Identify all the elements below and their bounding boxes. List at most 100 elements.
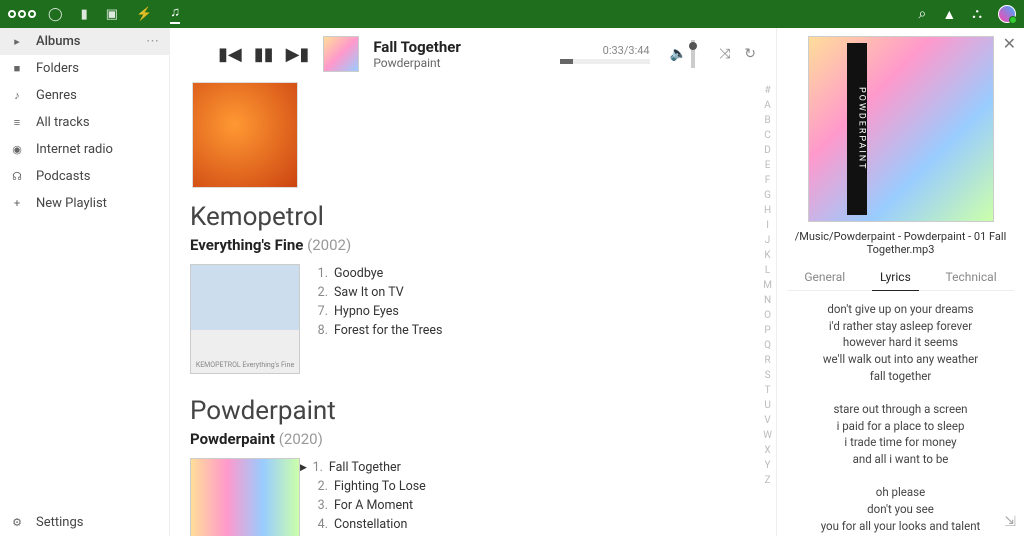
track-row[interactable]: ▶1.Fall Together	[316, 458, 756, 477]
alpha-A[interactable]: A	[763, 99, 772, 113]
shuffle-button[interactable]: ⤨	[719, 46, 730, 62]
alpha-P[interactable]: P	[763, 324, 772, 338]
repeat-button[interactable]: ↻	[744, 46, 756, 62]
track-row[interactable]: 1. Goodbye	[316, 264, 756, 283]
sidebar-item-label: All tracks	[36, 115, 90, 130]
photos-icon[interactable]: ▣	[106, 7, 118, 22]
alpha-K[interactable]: K	[763, 249, 772, 263]
sidebar-item-all-tracks[interactable]: ≡All tracks	[0, 109, 169, 136]
alpha-Z[interactable]: Z	[763, 474, 772, 488]
progress-bar[interactable]	[560, 59, 650, 64]
alpha-G[interactable]: G	[763, 189, 772, 203]
sidebar-item-label: Folders	[36, 61, 79, 76]
sidebar: ▸Albums⋯■Folders♪Genres≡All tracks◉Inter…	[0, 28, 170, 536]
track-title: Saw It on TV	[334, 285, 404, 300]
featured-cover[interactable]	[192, 82, 298, 188]
alpha-B[interactable]: B	[763, 114, 772, 128]
sidebar-item-label: Internet radio	[36, 142, 113, 157]
album-cover[interactable]	[190, 458, 300, 536]
alpha-T[interactable]: T	[763, 384, 772, 398]
track-row[interactable]: 4.Constellation	[316, 515, 756, 534]
track-title: Fighting To Lose	[334, 479, 426, 494]
alpha-D[interactable]: D	[763, 144, 772, 158]
alpha-E[interactable]: E	[763, 159, 772, 173]
album-title[interactable]: Everything's Fine (2002)	[190, 236, 756, 254]
album-cover[interactable]: KEMOPETROL Everything's Fine	[190, 264, 300, 374]
track-number: 2.	[316, 479, 328, 494]
sidebar-icon: ♪	[10, 89, 24, 102]
now-playing-artist[interactable]: Powderpaint	[373, 56, 461, 70]
sidebar-item-podcasts[interactable]: ☊Podcasts	[0, 163, 169, 190]
track-number: 8.	[316, 323, 328, 338]
sidebar-item-albums[interactable]: ▸Albums⋯	[0, 28, 169, 55]
notifications-icon[interactable]: ▲	[942, 6, 956, 23]
music-icon[interactable]: ♫	[170, 4, 180, 24]
alpha-Y[interactable]: Y	[763, 459, 772, 473]
file-path: /Music/Powderpaint - Powderpaint - 01 Fa…	[787, 230, 1014, 256]
contacts-icon[interactable]: ⛬	[972, 6, 982, 22]
alpha-N[interactable]: N	[763, 294, 772, 308]
alpha-S[interactable]: S	[763, 369, 772, 383]
prev-button[interactable]: ▮◀	[218, 44, 242, 65]
settings[interactable]: ⚙ Settings	[0, 509, 169, 536]
sidebar-item-folders[interactable]: ■Folders	[0, 55, 169, 82]
avatar[interactable]	[998, 5, 1016, 23]
tab-lyrics[interactable]: Lyrics	[872, 266, 919, 291]
close-icon[interactable]: ✕	[1003, 34, 1016, 53]
track-number: 1.	[316, 266, 328, 281]
artist-heading[interactable]: Powderpaint	[190, 396, 756, 426]
sidebar-icon: ☊	[10, 170, 24, 183]
artist-heading[interactable]: Kemopetrol	[190, 202, 756, 232]
alpha-U[interactable]: U	[763, 399, 772, 413]
new-playlist[interactable]: + New Playlist	[0, 190, 169, 217]
volume-control[interactable]: 🔈	[670, 40, 695, 68]
sidebar-item-internet-radio[interactable]: ◉Internet radio	[0, 136, 169, 163]
alpha-H[interactable]: H	[763, 204, 772, 218]
new-playlist-label: New Playlist	[36, 196, 107, 211]
track-title: Forest for the Trees	[334, 323, 442, 338]
alpha-R[interactable]: R	[763, 354, 772, 368]
nextcloud-logo[interactable]	[8, 10, 36, 18]
alpha-I[interactable]: I	[763, 219, 772, 233]
search-icon[interactable]: ⌕	[918, 6, 926, 22]
link-icon[interactable]: ⇲	[1004, 514, 1016, 530]
more-icon[interactable]: ⋯	[146, 34, 159, 49]
track-number: 7.	[316, 304, 328, 319]
dashboard-icon[interactable]: ◯	[48, 7, 63, 22]
tab-technical[interactable]: Technical	[938, 266, 1005, 290]
tab-general[interactable]: General	[796, 266, 853, 290]
pause-button[interactable]: ▮▮	[254, 44, 274, 65]
track-row[interactable]: 3.For A Moment	[316, 496, 756, 515]
files-icon[interactable]: ▮	[81, 7, 88, 22]
alpha-index: #ABCDEFGHIJKLMNOPQRSTUVWXYZ	[763, 84, 772, 488]
now-playing-cover[interactable]	[323, 36, 359, 72]
track-title: Hypno Eyes	[334, 304, 399, 319]
alpha-W[interactable]: W	[763, 429, 772, 443]
track-row[interactable]: 2.Saw It on TV	[316, 283, 756, 302]
activity-icon[interactable]: ⚡	[136, 7, 152, 22]
track-number: 1.	[311, 460, 323, 475]
alpha-J[interactable]: J	[763, 234, 772, 248]
alpha-#[interactable]: #	[763, 84, 772, 98]
lyrics-text: don't give up on your dreams i'd rather …	[787, 301, 1014, 536]
track-title: Constellation	[334, 517, 407, 532]
alpha-V[interactable]: V	[763, 414, 772, 428]
details-album-art[interactable]	[808, 36, 994, 222]
next-button[interactable]: ▶▮	[286, 44, 310, 65]
track-title: Goodbye	[334, 266, 383, 281]
alpha-M[interactable]: M	[763, 279, 772, 293]
alpha-F[interactable]: F	[763, 174, 772, 188]
alpha-C[interactable]: C	[763, 129, 772, 143]
album-title[interactable]: Powderpaint (2020)	[190, 430, 756, 448]
alpha-Q[interactable]: Q	[763, 339, 772, 353]
alpha-O[interactable]: O	[763, 309, 772, 323]
track-row[interactable]: 8. Forest for the Trees	[316, 321, 756, 340]
track-row[interactable]: 7. Hypno Eyes	[316, 302, 756, 321]
sidebar-icon: ▸	[10, 35, 24, 48]
alpha-L[interactable]: L	[763, 264, 772, 278]
plus-icon: +	[10, 197, 24, 210]
now-playing-title[interactable]: Fall Together	[373, 38, 461, 56]
track-row[interactable]: 2. Fighting To Lose	[316, 477, 756, 496]
alpha-X[interactable]: X	[763, 444, 772, 458]
sidebar-item-genres[interactable]: ♪Genres	[0, 82, 169, 109]
